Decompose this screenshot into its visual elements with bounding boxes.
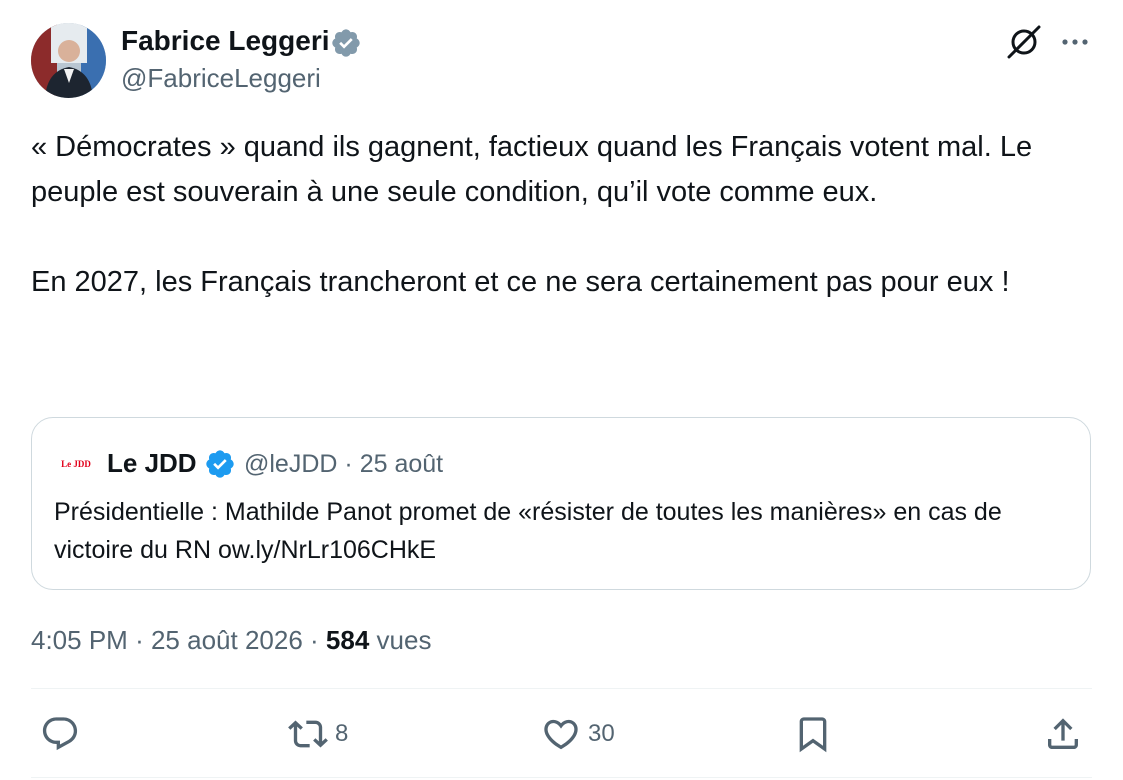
author-name[interactable]: Fabrice Leggeri <box>121 22 330 60</box>
quote-date[interactable]: 25 août <box>360 450 443 478</box>
author-handle[interactable]: @FabriceLeggeri <box>121 60 321 96</box>
divider <box>31 688 1092 689</box>
like-button[interactable]: 30 <box>541 712 615 756</box>
divider <box>31 777 1092 778</box>
tweet-timestamp: 4:05 PM · 25 août 2026 · 584 vues <box>31 622 431 658</box>
quoted-tweet-card[interactable]: Le JDD Le JDD @leJDD · 25 août Président… <box>31 417 1091 590</box>
author-avatar[interactable] <box>31 23 106 98</box>
verified-badge-icon <box>332 29 360 57</box>
quote-separator: · <box>344 450 353 478</box>
verified-badge-icon <box>206 450 234 478</box>
retweet-count: 8 <box>335 720 349 747</box>
tweet-date[interactable]: 25 août 2026 <box>151 625 303 655</box>
views-count: 584 <box>325 625 370 655</box>
bookmark-button[interactable] <box>793 712 833 756</box>
views-label: vues <box>376 625 432 655</box>
quote-text: Présidentielle : Mathilde Panot promet d… <box>54 498 1002 564</box>
share-icon <box>1048 718 1078 749</box>
retweet-button[interactable]: 8 <box>288 712 348 756</box>
quote-logo-text: Le JDD <box>61 459 91 469</box>
retweet-icon <box>288 720 328 748</box>
quote-author-logo: Le JDD <box>54 448 98 478</box>
tweet-paragraph: En 2027, les Français trancheront et ce … <box>31 266 1010 298</box>
reply-button[interactable] <box>40 712 80 756</box>
meta-separator: · <box>310 625 319 655</box>
bookmark-icon <box>799 717 827 753</box>
reply-icon <box>42 717 78 751</box>
tweet-paragraph: « Démocrates » quand ils gagnent, factie… <box>31 131 1041 208</box>
share-button[interactable] <box>1043 712 1083 756</box>
quote-author-handle[interactable]: @leJDD <box>244 450 337 478</box>
meta-separator: · <box>135 625 144 655</box>
more-options-icon[interactable] <box>1058 28 1092 56</box>
tweet-time[interactable]: 4:05 PM <box>31 625 128 655</box>
quote-meta: @leJDD · 25 août <box>244 446 443 482</box>
tweet-text: « Démocrates » quand ils gagnent, factie… <box>31 125 1091 305</box>
grok-icon[interactable] <box>1004 22 1044 62</box>
quote-author-name[interactable]: Le JDD <box>107 445 197 481</box>
like-icon <box>544 719 578 750</box>
like-count: 30 <box>588 720 615 747</box>
